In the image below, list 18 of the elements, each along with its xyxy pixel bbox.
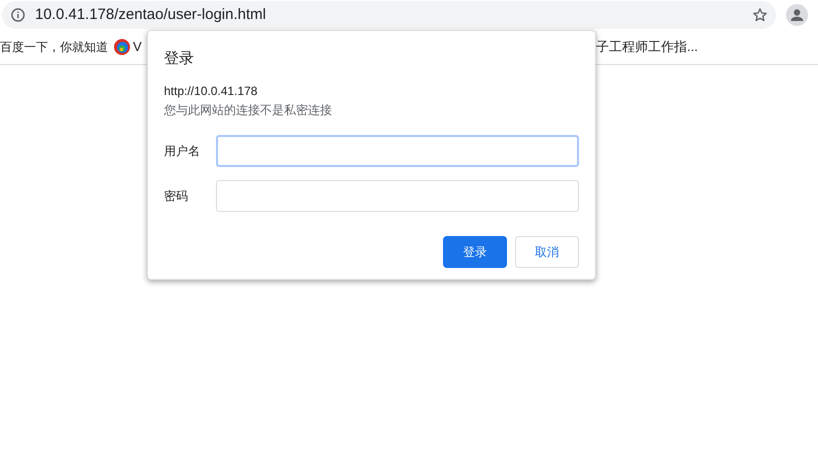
field-label: 用户名: [164, 142, 201, 160]
privacy-notice: 您与此网站的连接不是私密连接: [164, 102, 332, 118]
address-bar[interactable]: 10.0.41.178/zentao/user-login.html: [2, 1, 776, 29]
profile-avatar-icon[interactable]: [786, 4, 808, 26]
bookmark-logo-icon: [114, 39, 130, 55]
bookmark-item[interactable]: V: [133, 37, 142, 57]
site-origin: http://10.0.41.178: [164, 82, 258, 100]
field-label: 密码: [164, 188, 189, 204]
star-icon[interactable]: [752, 7, 768, 23]
cancel-button[interactable]: 取消: [515, 236, 579, 268]
dialog-title: 登录: [164, 49, 194, 69]
bookmark-item[interactable]: 百度一下，你就知道: [0, 38, 108, 56]
input-field[interactable]: [216, 134, 579, 166]
input-field[interactable]: [216, 180, 579, 212]
login-button[interactable]: 登录: [443, 236, 507, 268]
bookmark-item[interactable]: 子工程师工作指...: [596, 37, 698, 57]
url-text[interactable]: 10.0.41.178/zentao/user-login.html: [35, 4, 266, 26]
info-icon[interactable]: [11, 8, 25, 22]
